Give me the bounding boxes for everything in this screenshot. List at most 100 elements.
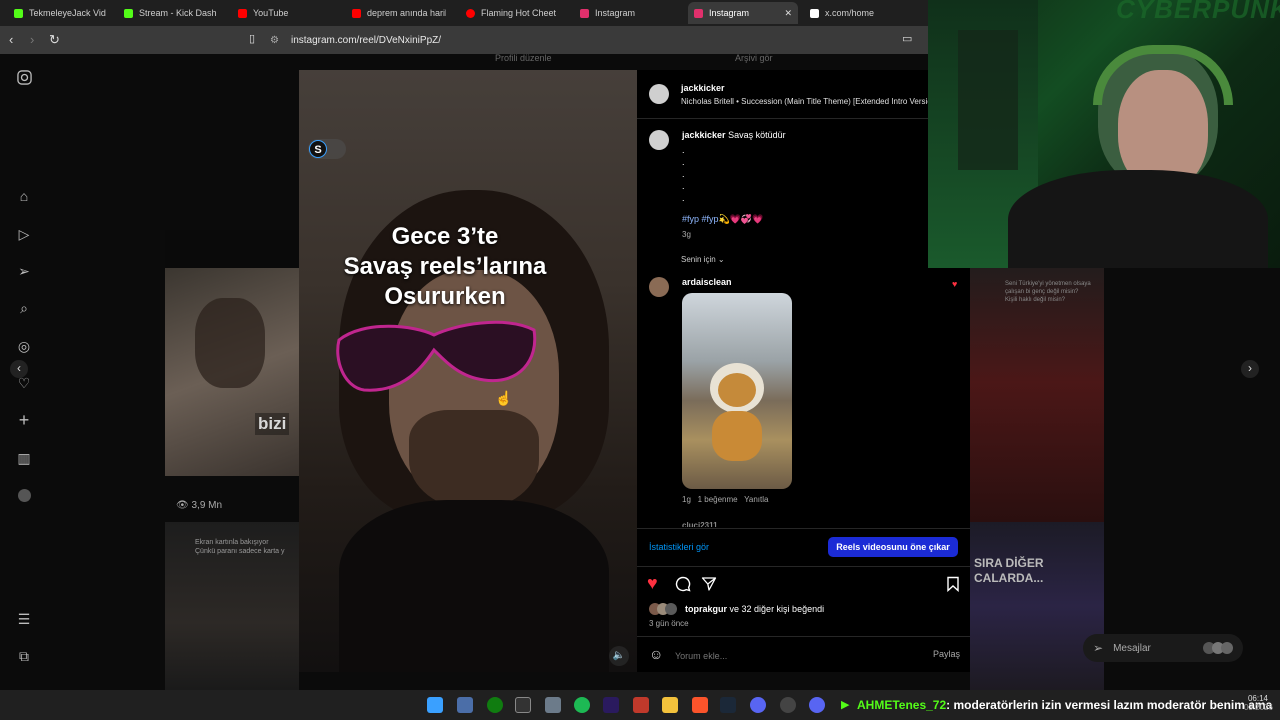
menu-icon[interactable]: ☰ [15, 610, 33, 628]
forward-icon[interactable]: › [30, 32, 34, 47]
back-icon[interactable]: ‹ [9, 32, 13, 47]
tab-label: Instagram [595, 8, 636, 18]
post-comment-button[interactable]: Paylaş [933, 649, 960, 659]
reply-button[interactable]: Yanıtla [744, 495, 768, 504]
grid-tile[interactable]: Seni Türkiye'yi yönetmen olsaya çalışan … [970, 268, 1104, 522]
prev-arrow-icon[interactable]: ‹ [10, 360, 28, 378]
browser-tab[interactable]: x.com/home [804, 2, 914, 24]
tab-label: TekmeleyeJack Videos [29, 8, 106, 18]
app-icon[interactable] [457, 697, 473, 713]
comment-sort[interactable]: Senin için ⌄ [681, 255, 725, 264]
discord-icon[interactable] [809, 697, 825, 713]
premiere-icon[interactable] [603, 697, 619, 713]
youtube-icon [352, 8, 361, 18]
caption-avatar[interactable] [649, 130, 669, 150]
grid-tile[interactable]: SIRA DİĞER CALARDA... [970, 522, 1104, 690]
windows-start-icon[interactable] [427, 697, 443, 713]
address-bar[interactable]: ⚙ instagram.com/reel/DVeNxiniPpZ/ [270, 30, 930, 50]
browser-tab[interactable]: TekmeleyeJack Videos [8, 2, 112, 24]
xbox-icon[interactable] [487, 697, 503, 713]
author-username[interactable]: jackkicker [681, 83, 725, 93]
comment-meta: 1g 1 beğenme Yanıtla [682, 495, 768, 504]
audio-track[interactable]: Nicholas Britell • Succession (Main Titl… [681, 97, 970, 106]
browser-tab[interactable]: Flaming Hot Cheet [460, 2, 568, 24]
browser-tab[interactable]: Stream - Kick Dash [118, 2, 224, 24]
comment-username[interactable]: cluci2311 [682, 521, 718, 527]
search-icon[interactable]: ⌕ [15, 299, 33, 317]
browser-tab[interactable]: deprem anında harika [346, 2, 452, 24]
dot-line: . [682, 157, 685, 167]
dot-line: . [682, 181, 685, 191]
comment-input[interactable] [673, 647, 917, 665]
tile-person [195, 298, 265, 388]
instagram-logo-icon[interactable] [15, 68, 33, 86]
emoji-icon[interactable]: ☺ [649, 646, 663, 662]
comment-gif-image[interactable] [682, 293, 792, 489]
liked-by-user[interactable]: toprakgur [685, 604, 727, 614]
home-icon[interactable]: ⌂ [15, 187, 33, 205]
url-text: instagram.com/reel/DVeNxiniPpZ/ [290, 34, 442, 46]
browser-tab[interactable]: Instagram [574, 2, 682, 24]
brave-icon[interactable] [692, 697, 708, 713]
edit-profile-button[interactable]: Profili düzenle [495, 53, 552, 63]
comment-likes[interactable]: 1 beğenme [698, 495, 738, 504]
cyberpunk-logo: CYBERPUNK [1116, 0, 1280, 24]
author-avatar[interactable] [649, 84, 669, 104]
reels-icon[interactable]: ▷ [15, 225, 33, 243]
clock[interactable]: 06:14 03.2026 [1244, 694, 1273, 712]
explore-icon[interactable]: ◎ [15, 337, 33, 355]
tab-label: Instagram [709, 8, 750, 18]
webcam-overlay: CYBERPUNK [928, 0, 1280, 268]
folder-icon[interactable] [662, 697, 678, 713]
comment-like-icon[interactable]: ♥ [952, 279, 957, 289]
liked-by-avatars [649, 603, 677, 615]
avatar [665, 603, 677, 615]
browser-tab[interactable]: YouTube [232, 2, 338, 24]
save-icon[interactable] [946, 576, 960, 592]
create-icon[interactable]: + [15, 410, 33, 430]
reel-details-panel: jackkicker Nicholas Britell • Succession… [637, 70, 970, 672]
close-icon[interactable]: ✕ [784, 8, 792, 19]
view-insights-link[interactable]: İstatistikleri gör [649, 542, 709, 552]
eye-icon: 👁 [176, 500, 192, 511]
tab-label: YouTube [253, 8, 289, 18]
bookmark-icon[interactable]: ▯ [249, 32, 255, 45]
dot-line: . [682, 145, 685, 155]
send-icon[interactable]: ➢ [15, 262, 33, 280]
app-icon[interactable] [545, 697, 561, 713]
messages-button[interactable]: ➢ Mesajlar [1083, 634, 1243, 662]
app-icon[interactable] [515, 697, 531, 713]
commenter-avatar[interactable] [649, 277, 669, 297]
comment-username[interactable]: ardaisclean [682, 277, 732, 287]
liked-by[interactable]: toprakgur ve 32 diğer kişi beğendi [685, 604, 824, 614]
like-icon[interactable]: ♥ [647, 573, 658, 594]
app-icon[interactable] [633, 697, 649, 713]
tile-caption: Ekran kartınla bakışıyor Çünkü paranı sa… [195, 539, 285, 555]
share-icon[interactable] [701, 576, 717, 592]
dashboard-icon[interactable]: ▥ [15, 449, 33, 467]
views-count: 👁 3,9 Mn [176, 500, 222, 511]
comment-time: 1g [682, 495, 691, 504]
chat-text: : moderatörlerin izin vermesi lazım mode… [946, 698, 1273, 712]
grid-tile[interactable]: Ekran kartınla bakışıyor Çünkü paranı sa… [165, 522, 299, 690]
app-icon[interactable] [780, 697, 796, 713]
spotify-icon[interactable] [574, 697, 590, 713]
volume-icon[interactable]: 🔈 [609, 646, 629, 666]
next-arrow-icon[interactable]: › [1241, 360, 1259, 378]
site-info-icon[interactable]: ⚙ [270, 35, 279, 46]
reel-video[interactable]: S Gece 3’te Savaş reels’larına Osururken… [299, 70, 637, 672]
cursor-icon: ☝ [495, 390, 513, 406]
browser-tab-active[interactable]: Instagram ✕ [688, 2, 798, 24]
steam-icon[interactable] [720, 697, 736, 713]
comment-icon[interactable] [675, 576, 691, 592]
hashtags[interactable]: #fyp #fyp💫💗💞💗 [682, 214, 763, 225]
reload-icon[interactable]: ↻ [49, 32, 60, 48]
app-icon[interactable] [750, 697, 766, 713]
apps-icon[interactable]: ⧉ [15, 647, 33, 665]
view-archive-button[interactable]: Arşivi gör [735, 53, 773, 63]
caption-username[interactable]: jackkicker [682, 130, 726, 140]
boost-reel-button[interactable]: Reels videosunu öne çıkar [828, 537, 958, 557]
liked-by-others[interactable]: ve 32 diğer kişi beğendi [730, 604, 825, 614]
profile-avatar[interactable] [15, 486, 33, 504]
grid-tile[interactable]: bizi [165, 268, 299, 476]
